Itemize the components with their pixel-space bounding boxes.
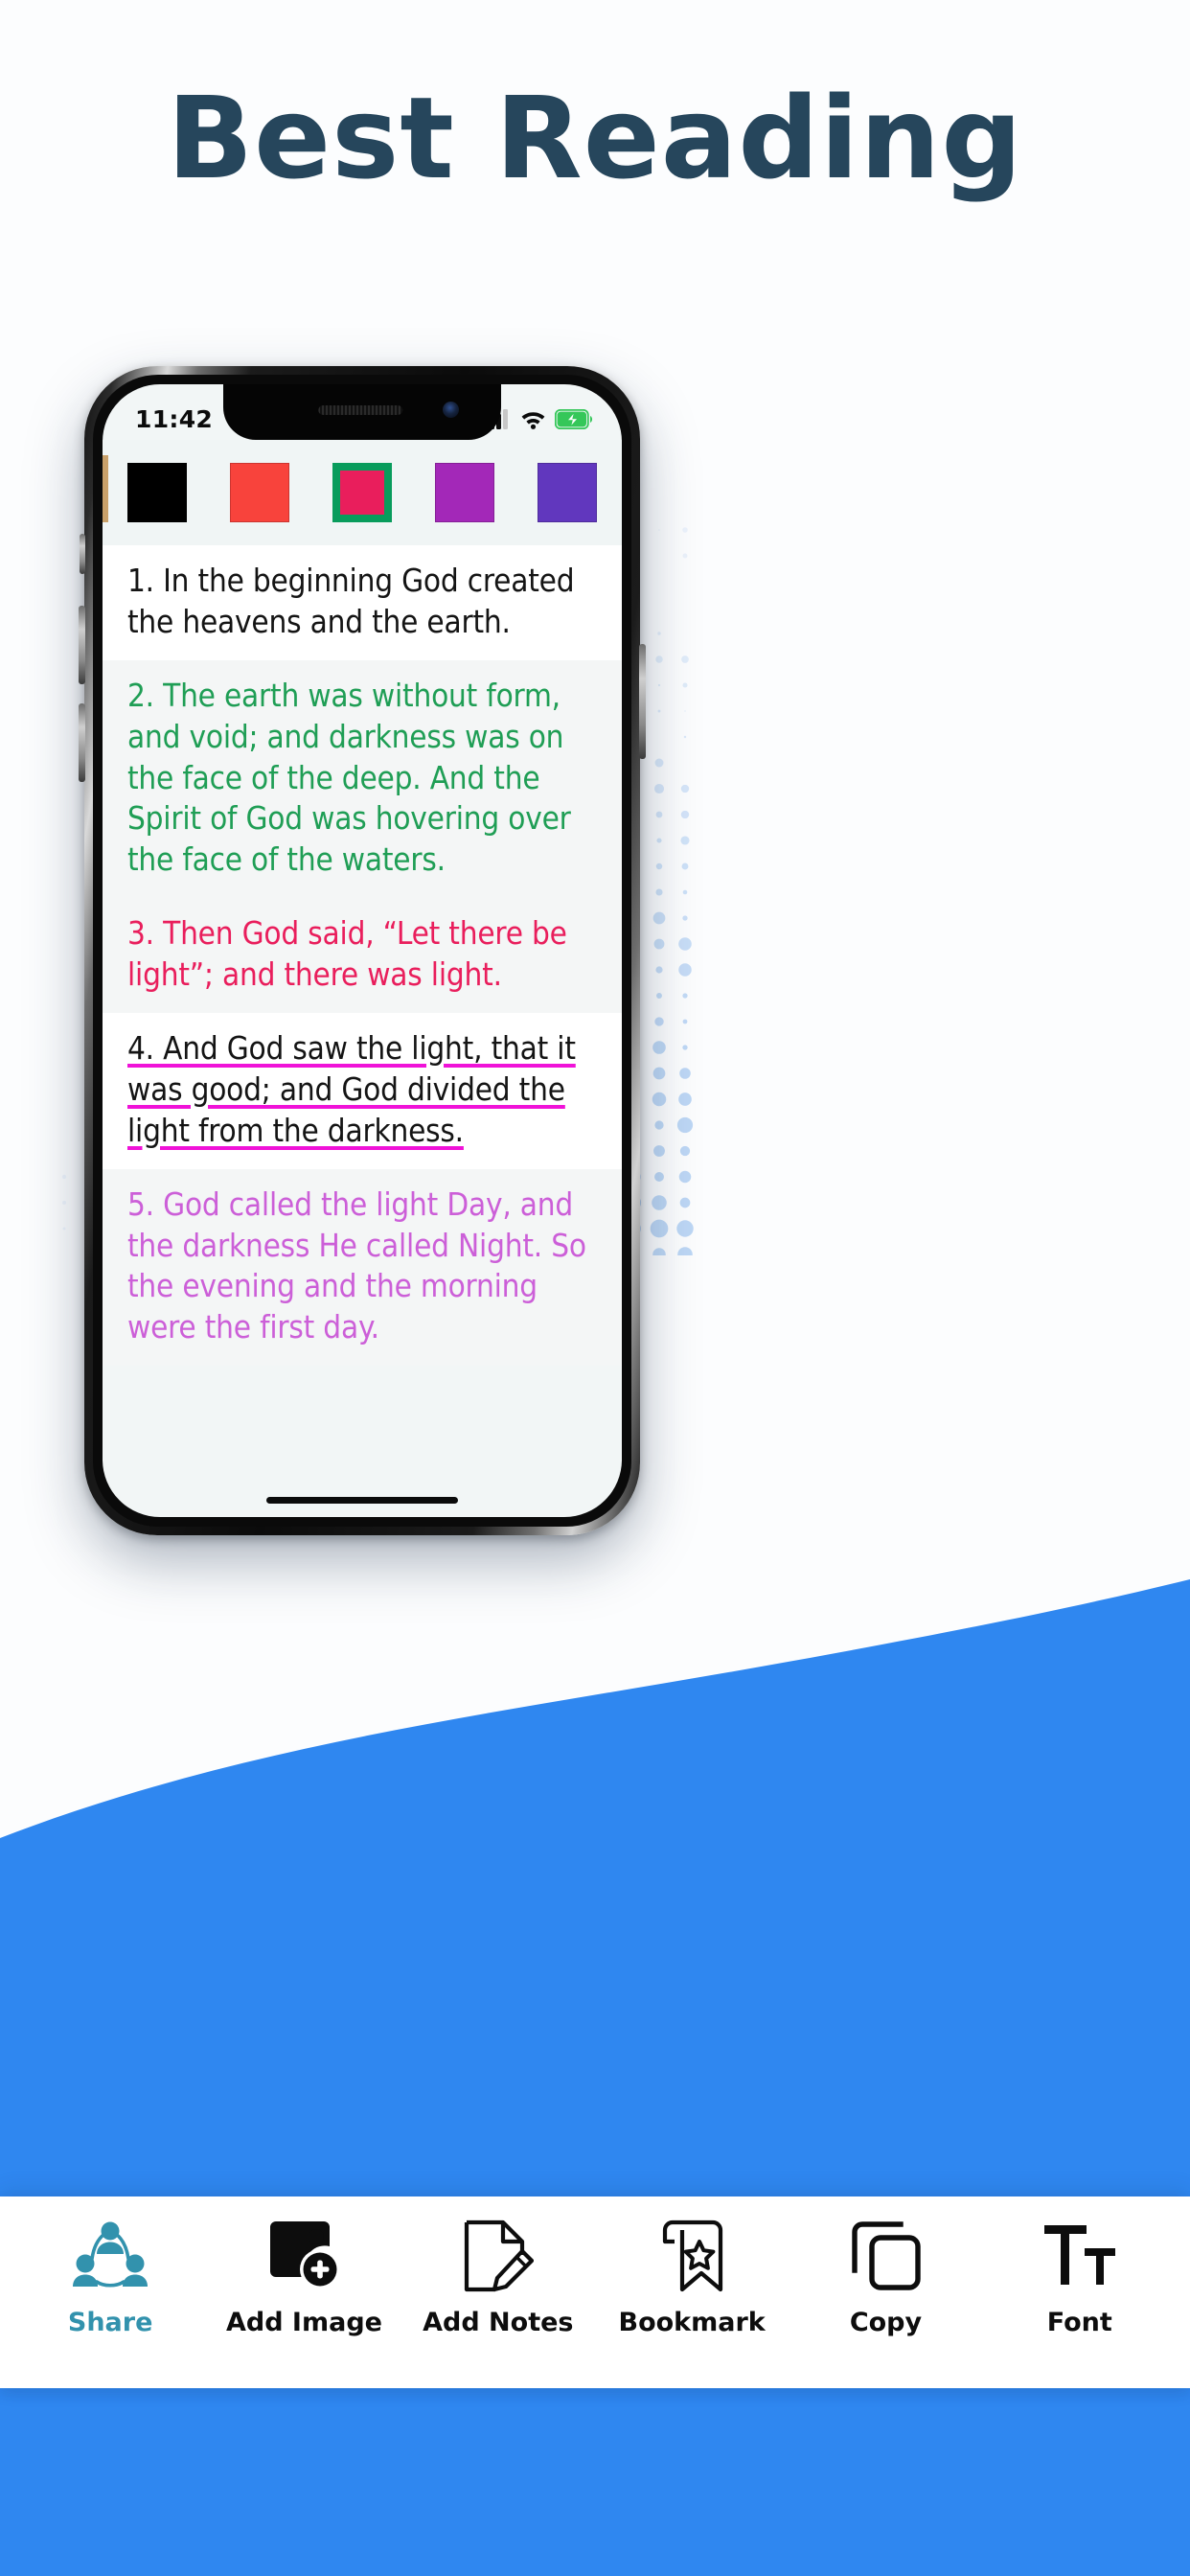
swatch-violet[interactable] xyxy=(538,463,597,522)
phone-power-button[interactable] xyxy=(639,644,646,759)
share-people-icon xyxy=(73,2221,149,2288)
swatch-crimson[interactable] xyxy=(332,463,392,522)
verse-2[interactable]: 2. The earth was without form, and void;… xyxy=(103,659,622,899)
verse-3[interactable]: 3. Then God said, “Let there be light”; … xyxy=(103,898,622,1014)
verse-4[interactable]: 4. And God saw the light, that it was go… xyxy=(103,1013,622,1169)
color-picker-toolbar[interactable] xyxy=(103,440,622,545)
phone-mute-switch[interactable] xyxy=(80,534,85,574)
swatch-magenta[interactable] xyxy=(435,463,494,522)
toolbar-item-label: Add Notes xyxy=(423,2308,574,2337)
toolbar-item-label: Share xyxy=(67,2308,153,2337)
toolbar-item-label: Bookmark xyxy=(618,2308,766,2337)
toolbar-item-bookmark[interactable]: Bookmark xyxy=(610,2218,773,2337)
add-image-icon-wrap xyxy=(266,2218,341,2294)
phone-notch xyxy=(223,384,501,440)
wifi-icon xyxy=(521,412,545,429)
front-camera-icon xyxy=(443,402,459,418)
status-bar-time: 11:42 xyxy=(135,404,214,433)
toolbar-item-copy[interactable]: Copy xyxy=(804,2218,967,2337)
swatch-black[interactable] xyxy=(127,463,187,522)
toolbar-item-add-image[interactable]: Add Image xyxy=(222,2218,385,2337)
copy-icon xyxy=(852,2221,922,2290)
verse-text: 1. In the beginning God created the heav… xyxy=(127,562,575,640)
verse-text: 5. God called the light Day, and the dar… xyxy=(127,1184,586,1346)
phone-screen: 11:42 1. In the beginning God created th… xyxy=(103,384,622,1517)
toolbar-item-label: Font xyxy=(1046,2308,1112,2337)
toolbar-accent-strip xyxy=(103,455,108,522)
verse-1[interactable]: 1. In the beginning God created the heav… xyxy=(103,545,622,660)
earpiece-speaker-icon xyxy=(318,405,403,415)
phone-mockup: 11:42 1. In the beginning God created th… xyxy=(79,366,646,1535)
share-people-icon-wrap xyxy=(73,2218,149,2294)
note-pencil-icon xyxy=(464,2220,534,2292)
add-image-icon xyxy=(270,2221,341,2289)
color-swatch-row[interactable] xyxy=(103,463,622,522)
home-indicator[interactable] xyxy=(266,1497,458,1504)
note-pencil-icon-wrap xyxy=(463,2218,534,2294)
action-toolbar[interactable]: Share Add Image Add Notes Bookmark Copy xyxy=(0,2196,1190,2388)
font-size-icon-wrap xyxy=(1042,2218,1117,2294)
verse-text: 2. The earth was without form, and void;… xyxy=(127,676,571,879)
battery-charging-icon xyxy=(555,408,593,429)
phone-volume-down-button[interactable] xyxy=(79,703,85,782)
toolbar-item-label: Copy xyxy=(849,2308,923,2337)
copy-icon-wrap xyxy=(849,2218,922,2294)
verse-text: 3. Then God said, “Let there be light”; … xyxy=(127,914,567,994)
bookmark-star-icon xyxy=(663,2220,723,2292)
page-title: Best Reading xyxy=(167,72,1023,204)
swatch-crimson-inner xyxy=(340,471,384,515)
verse-list[interactable]: 1. In the beginning God created the heav… xyxy=(103,545,622,1517)
toolbar-item-add-notes[interactable]: Add Notes xyxy=(417,2218,580,2337)
toolbar-item-share[interactable]: Share xyxy=(29,2218,192,2337)
toolbar-item-label: Add Image xyxy=(225,2308,382,2337)
toolbar-item-font[interactable]: Font xyxy=(998,2218,1161,2337)
verse-text: 4. And God saw the light, that it was go… xyxy=(127,1029,576,1149)
background-wave xyxy=(0,1579,1190,2576)
font-size-icon xyxy=(1043,2225,1115,2285)
phone-volume-up-button[interactable] xyxy=(79,606,85,684)
swatch-red[interactable] xyxy=(230,463,289,522)
verse-5[interactable]: 5. God called the light Day, and the dar… xyxy=(103,1168,622,1367)
bookmark-star-icon-wrap xyxy=(660,2218,723,2294)
